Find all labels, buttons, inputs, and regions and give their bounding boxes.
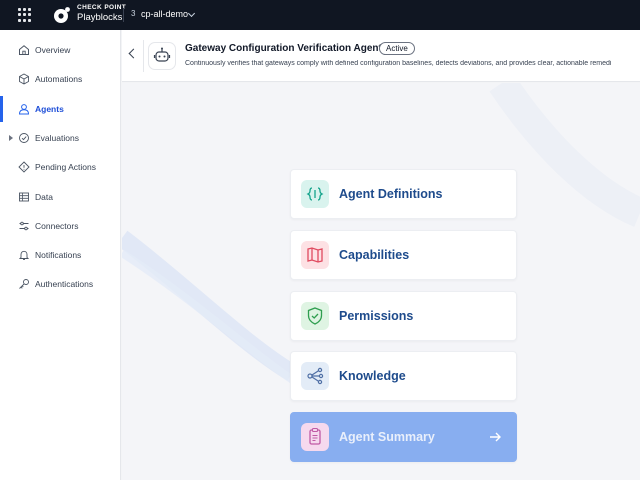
shield-icon: [301, 302, 329, 330]
card-label: Capabilities: [339, 248, 410, 262]
sidebar-item-label: Notifications: [35, 250, 82, 260]
brand-company: CHECK POINT: [77, 4, 127, 11]
environment-selector[interactable]: cp-all-demo: [141, 9, 188, 19]
document-icon: [301, 423, 329, 451]
card-label: Agent Summary: [339, 430, 435, 444]
home-icon: [19, 45, 29, 55]
arrow-right-icon[interactable]: [488, 430, 502, 444]
chevron-right-icon[interactable]: [9, 135, 13, 141]
knowledge-card[interactable]: Knowledge: [290, 351, 517, 401]
card-label: Permissions: [339, 309, 414, 323]
sidebar-item-authentications[interactable]: Authentications: [0, 271, 121, 297]
sidebar-item-label: Evaluations: [35, 133, 79, 143]
sidebar-item-agents[interactable]: Agents: [0, 96, 121, 122]
topbar-divider: [123, 8, 124, 22]
check-point-logo: [54, 7, 70, 23]
environment-icon: 3: [131, 9, 136, 18]
sidebar-item-pending-actions[interactable]: Pending Actions: [0, 154, 121, 180]
map-icon: [301, 241, 329, 269]
connectors-icon: [19, 221, 29, 231]
bell-icon: [18, 250, 30, 260]
robot-icon: [153, 47, 171, 62]
key-icon: [19, 279, 29, 289]
page-title: Gateway Configuration Verification Agent: [185, 43, 382, 54]
header-divider: [143, 40, 144, 72]
agent-icon: [18, 104, 30, 115]
agent-description: Continuously verifies that gateways comp…: [185, 60, 612, 67]
status-badge: Active: [379, 42, 415, 55]
agent-definitions-card[interactable]: Agent Definitions: [290, 169, 517, 219]
sidebar-item-label: Connectors: [35, 221, 79, 231]
main-content: Agent Definitions Capabilities Permissio…: [122, 83, 640, 480]
evaluation-icon: [19, 133, 29, 143]
back-arrow-icon[interactable]: [128, 48, 139, 59]
sidebar-item-label: Data: [35, 192, 53, 202]
sidebar-item-overview[interactable]: Overview: [0, 37, 121, 63]
agent-avatar: [148, 42, 176, 70]
network-icon: [301, 362, 329, 390]
chevron-down-icon[interactable]: [187, 9, 196, 18]
cube-icon: [19, 73, 29, 85]
sidebar-item-label: Overview: [35, 45, 71, 55]
diamond-icon: [18, 161, 30, 173]
brand-product: Playblocks: [77, 12, 123, 23]
sidebar-item-label: Agents: [35, 104, 64, 114]
table-icon: [19, 192, 29, 202]
sidebar-item-automations[interactable]: Automations: [0, 66, 121, 92]
app-grid-icon[interactable]: [18, 8, 32, 22]
sidebar-item-label: Pending Actions: [35, 162, 96, 172]
sidebar-item-label: Authentications: [35, 279, 94, 289]
sidebar-item-label: Automations: [35, 74, 83, 84]
card-label: Agent Definitions: [339, 187, 443, 201]
sidebar-item-evaluations[interactable]: Evaluations: [0, 125, 121, 151]
sidebar-item-notifications[interactable]: Notifications: [0, 242, 121, 268]
permissions-card[interactable]: Permissions: [290, 291, 517, 341]
capabilities-card[interactable]: Capabilities: [290, 230, 517, 280]
card-label: Knowledge: [339, 369, 406, 383]
definitions-icon: [301, 180, 329, 208]
sidebar-item-connectors[interactable]: Connectors: [0, 213, 121, 239]
agent-summary-card[interactable]: Agent Summary: [290, 412, 517, 462]
agent-header: Gateway Configuration Verification Agent…: [122, 30, 640, 82]
sidebar: Overview Automations Agents Evaluations …: [0, 30, 121, 480]
active-indicator: [0, 96, 3, 122]
top-bar: CHECK POINT Playblocks 3 cp-all-demo: [0, 0, 640, 30]
sidebar-item-data[interactable]: Data: [0, 184, 121, 210]
